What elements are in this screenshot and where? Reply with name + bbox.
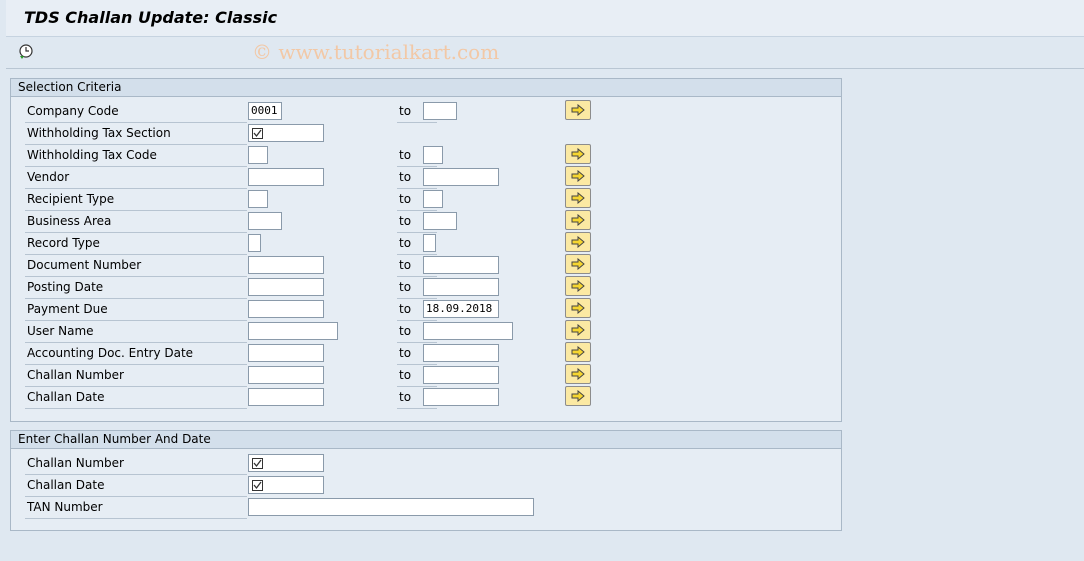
field-label: Challan Date	[25, 475, 247, 497]
group-title: Enter Challan Number And Date	[11, 431, 841, 449]
challan-number-to-input[interactable]	[423, 366, 499, 384]
field-label: TAN Number	[25, 497, 247, 519]
company-code-to-input[interactable]	[423, 102, 457, 120]
multiple-selection-button[interactable]	[565, 232, 591, 252]
execute-clock-icon[interactable]	[18, 43, 35, 60]
title-bar: TDS Challan Update: Classic	[6, 0, 1084, 37]
field-label: Withholding Tax Code	[25, 145, 247, 167]
posting-date-from-input[interactable]	[248, 278, 324, 296]
selection-criteria-group: Selection Criteria Company Code 0001 to …	[10, 78, 842, 422]
withholding-tax-code-from-input[interactable]	[248, 146, 268, 164]
multiple-selection-button[interactable]	[565, 144, 591, 164]
document-number-from-input[interactable]	[248, 256, 324, 274]
multiple-selection-button[interactable]	[565, 298, 591, 318]
page-title: TDS Challan Update: Classic	[24, 8, 278, 27]
challan-date-to-input[interactable]	[423, 388, 499, 406]
arrow-right-icon	[571, 104, 585, 116]
vendor-to-input[interactable]	[423, 168, 499, 186]
posting-date-to-input[interactable]	[423, 278, 499, 296]
vendor-from-input[interactable]	[248, 168, 324, 186]
required-check-icon	[252, 458, 263, 469]
required-check-icon	[252, 480, 263, 491]
challan-date-input[interactable]	[248, 476, 324, 494]
multiple-selection-button[interactable]	[565, 320, 591, 340]
multiple-selection-button[interactable]	[565, 210, 591, 230]
recipient-type-from-input[interactable]	[248, 190, 268, 208]
application-toolbar: © www.tutorialkart.com	[6, 37, 1084, 69]
arrow-right-icon	[571, 236, 585, 248]
watermark: © www.tutorialkart.com	[252, 40, 500, 64]
withholding-tax-section-input[interactable]	[248, 124, 324, 142]
field-label: Posting Date	[25, 277, 247, 299]
challan-date-from-input[interactable]	[248, 388, 324, 406]
field-label: Challan Number	[25, 453, 247, 475]
arrow-right-icon	[571, 170, 585, 182]
arrow-right-icon	[571, 280, 585, 292]
company-code-from-input[interactable]: 0001	[248, 102, 282, 120]
multiple-selection-button[interactable]	[565, 254, 591, 274]
arrow-right-icon	[571, 192, 585, 204]
accounting-doc-entry-date-from-input[interactable]	[248, 344, 324, 362]
payment-due-from-input[interactable]	[248, 300, 324, 318]
field-label: Record Type	[25, 233, 247, 255]
multiple-selection-button[interactable]	[565, 100, 591, 120]
field-label: Business Area	[25, 211, 247, 233]
tan-number-input[interactable]	[248, 498, 534, 516]
main-content: Selection Criteria Company Code 0001 to …	[6, 69, 1084, 561]
multiple-selection-button[interactable]	[565, 386, 591, 406]
field-label: Vendor	[25, 167, 247, 189]
challan-entry-group: Enter Challan Number And Date Challan Nu…	[10, 430, 842, 531]
multiple-selection-button[interactable]	[565, 188, 591, 208]
arrow-right-icon	[571, 148, 585, 160]
multiple-selection-button[interactable]	[565, 166, 591, 186]
business-area-from-input[interactable]	[248, 212, 282, 230]
multiple-selection-button[interactable]	[565, 342, 591, 362]
multiple-selection-button[interactable]	[565, 276, 591, 296]
user-name-from-input[interactable]	[248, 322, 338, 340]
arrow-right-icon	[571, 214, 585, 226]
field-label: User Name	[25, 321, 247, 343]
withholding-tax-code-to-input[interactable]	[423, 146, 443, 164]
field-label: Withholding Tax Section	[25, 123, 247, 145]
field-label: Payment Due	[25, 299, 247, 321]
arrow-right-icon	[571, 368, 585, 380]
arrow-right-icon	[571, 346, 585, 358]
arrow-right-icon	[571, 302, 585, 314]
record-type-to-input[interactable]	[423, 234, 436, 252]
user-name-to-input[interactable]	[423, 322, 513, 340]
field-label: Recipient Type	[25, 189, 247, 211]
accounting-doc-entry-date-to-input[interactable]	[423, 344, 499, 362]
document-number-to-input[interactable]	[423, 256, 499, 274]
recipient-type-to-input[interactable]	[423, 190, 443, 208]
required-check-icon	[252, 128, 263, 139]
business-area-to-input[interactable]	[423, 212, 457, 230]
challan-number-from-input[interactable]	[248, 366, 324, 384]
group-title: Selection Criteria	[11, 79, 841, 97]
field-label: Accounting Doc. Entry Date	[25, 343, 247, 365]
payment-due-to-input[interactable]: 18.09.2018	[423, 300, 499, 318]
challan-number-input[interactable]	[248, 454, 324, 472]
record-type-from-input[interactable]	[248, 234, 261, 252]
arrow-right-icon	[571, 258, 585, 270]
field-label: Challan Date	[25, 387, 247, 409]
multiple-selection-button[interactable]	[565, 364, 591, 384]
field-label: Challan Number	[25, 365, 247, 387]
field-label: Company Code	[25, 101, 247, 123]
arrow-right-icon	[571, 390, 585, 402]
field-label: Document Number	[25, 255, 247, 277]
arrow-right-icon	[571, 324, 585, 336]
